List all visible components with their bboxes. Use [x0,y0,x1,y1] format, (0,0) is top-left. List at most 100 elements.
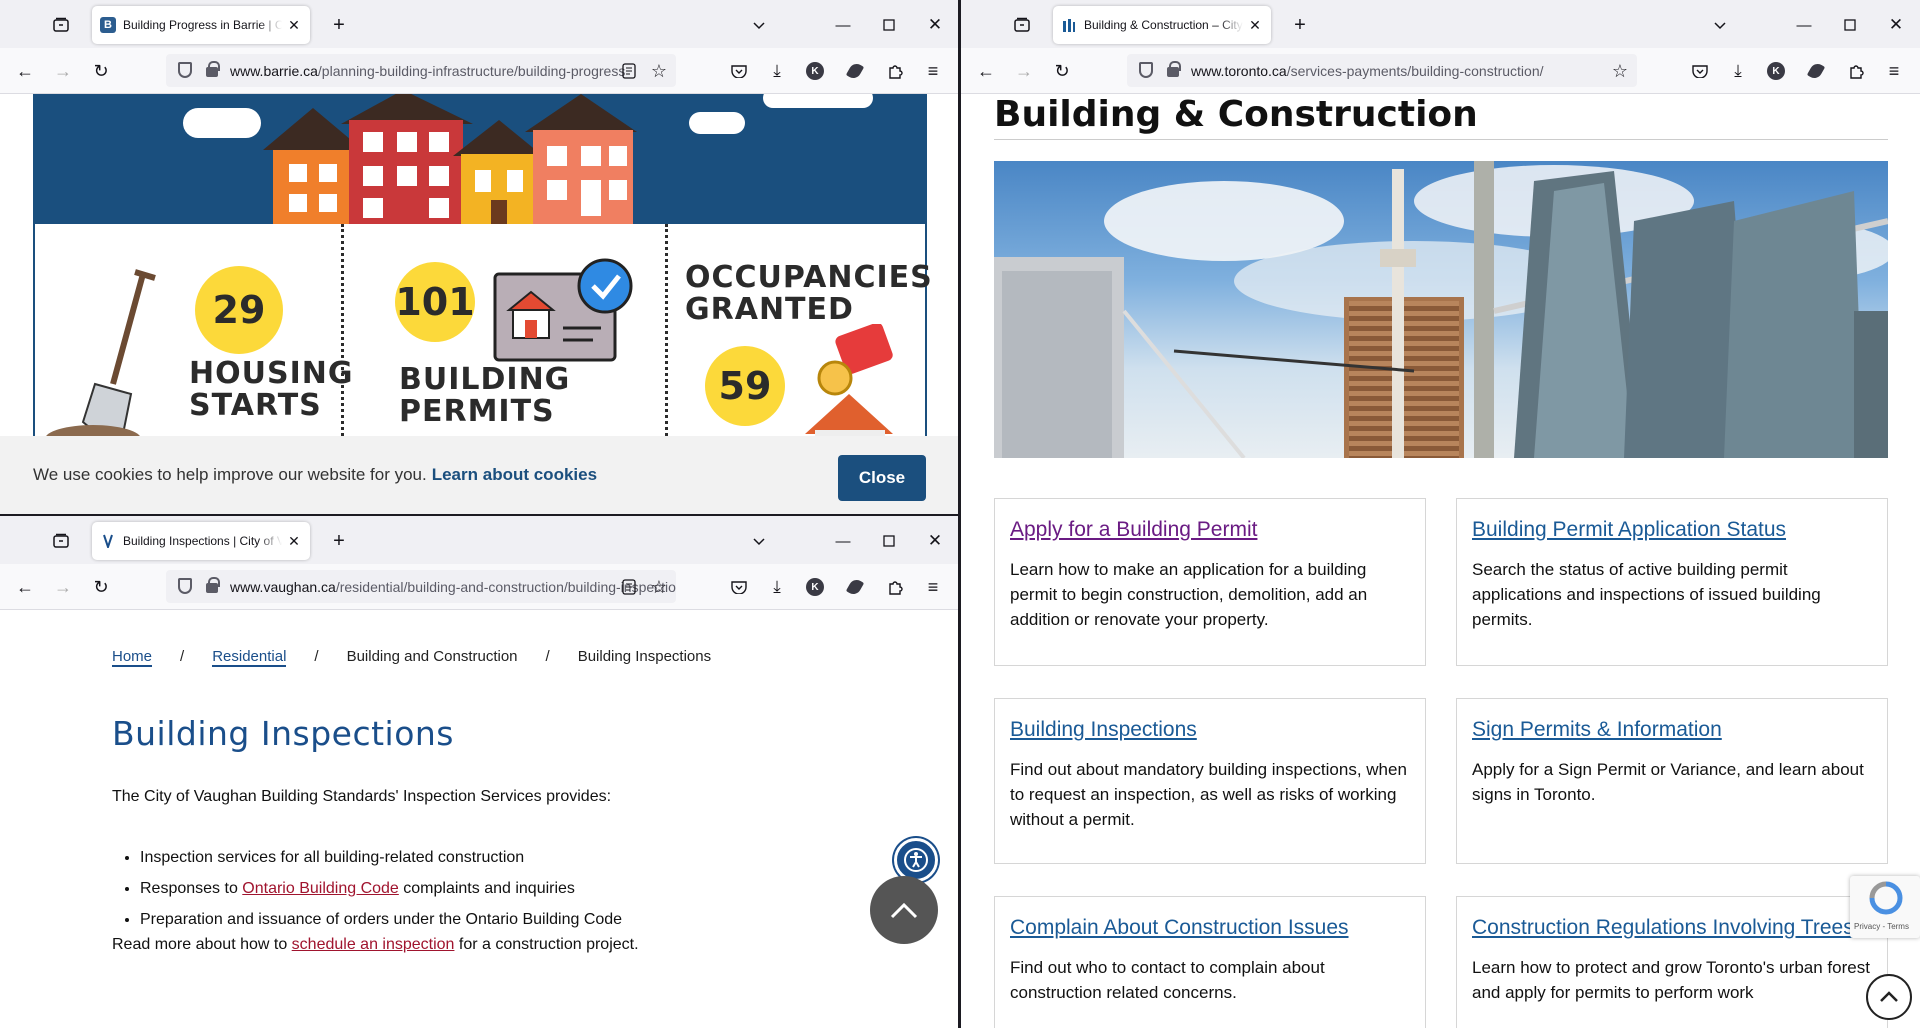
breadcrumb-separator: / [314,648,319,665]
tab-barrie[interactable]: B Building Progress in Barrie | City of … [92,6,310,44]
url-bar[interactable]: www.toronto.ca/services-payments/buildin… [1127,54,1637,87]
schedule-inspection-link[interactable]: schedule an inspection [292,936,455,953]
menu-hamburger-icon[interactable]: ≡ [1883,60,1905,82]
maximize-icon[interactable] [878,530,900,552]
list-tabs-chevron-icon[interactable] [748,530,770,552]
close-tab-icon[interactable]: ✕ [1247,17,1263,34]
url-domain: www.toronto.ca [1191,62,1287,79]
sign-permits-link[interactable]: Sign Permits & Information [1472,717,1872,743]
url-bar[interactable]: www.vaughan.ca/residential/building-and-… [166,570,676,603]
nav-bar: ← → ↻ www.toronto.ca/services-payments/b… [961,48,1920,94]
tab-bar: B Building Progress in Barrie | City of … [0,0,958,48]
close-window-icon[interactable]: ✕ [924,14,946,36]
bookmark-star-icon[interactable]: ☆ [648,60,670,82]
scroll-to-top-button[interactable] [870,876,938,944]
tab-overview-icon[interactable] [50,530,72,552]
building-inspections-link[interactable]: Building Inspections [1010,717,1410,743]
downloads-icon[interactable]: ⤓ [766,576,788,598]
reload-icon[interactable]: ↻ [1051,60,1073,82]
forward-icon[interactable]: → [52,576,74,598]
list-tabs-chevron-icon[interactable] [748,14,770,36]
extensions-puzzle-icon[interactable] [1845,60,1867,82]
close-tab-icon[interactable]: ✕ [286,533,302,550]
menu-hamburger-icon[interactable]: ≡ [922,60,944,82]
learn-about-cookies-link[interactable]: Learn about cookies [432,465,597,485]
breadcrumb-separator: / [545,648,550,665]
bookmark-star-icon[interactable]: ☆ [1609,60,1631,82]
pocket-icon[interactable] [1689,60,1711,82]
back-icon[interactable]: ← [14,576,36,598]
lock-icon [1167,61,1181,77]
reader-view-icon[interactable] [618,60,640,82]
minimize-icon[interactable]: — [832,14,854,36]
close-tab-icon[interactable]: ✕ [286,17,302,34]
nav-bar: ← → ↻ www.barrie.ca/planning-building-in… [0,48,958,94]
reload-icon[interactable]: ↻ [90,576,112,598]
complain-construction-link[interactable]: Complain About Construction Issues [1010,915,1410,941]
tab-vaughan[interactable]: Building Inspections | City of Vaughan ✕ [92,522,310,560]
cloud-image [689,112,745,134]
permit-status-link[interactable]: Building Permit Application Status [1472,517,1872,543]
recaptcha-badge[interactable]: Privacy - Terms [1850,876,1920,938]
close-window-icon[interactable]: ✕ [1885,14,1907,36]
extension-leaf-icon[interactable] [844,60,866,82]
nav-bar: ← → ↻ www.vaughan.ca/residential/buildin… [0,564,958,610]
new-tab-icon[interactable]: + [1289,14,1311,36]
page-title: Building Inspections [112,714,454,753]
tab-toronto[interactable]: Building & Construction – City of Toront… [1053,6,1271,44]
new-tab-icon[interactable]: + [328,530,350,552]
minimize-icon[interactable]: — [1793,14,1815,36]
tab-overview-icon[interactable] [50,14,72,36]
downloads-icon[interactable]: ⤓ [766,60,788,82]
divider [994,139,1888,140]
permit-card-icon [493,258,633,362]
maximize-icon[interactable] [878,14,900,36]
card-description: Apply for a Sign Permit or Variance, and… [1472,760,1864,804]
url-domain: www.vaughan.ca [230,578,336,595]
back-to-top-button[interactable] [1866,974,1912,1020]
apply-building-permit-link[interactable]: Apply for a Building Permit [1010,517,1410,543]
breadcrumb-home-link[interactable]: Home [112,648,153,667]
extension-leaf-icon[interactable] [844,576,866,598]
downloads-icon[interactable]: ⤓ [1727,60,1749,82]
back-icon[interactable]: ← [975,60,997,82]
lock-icon [206,577,220,593]
minimize-icon[interactable]: — [832,530,854,552]
reader-view-icon[interactable] [618,576,640,598]
menu-hamburger-icon[interactable]: ≡ [922,576,944,598]
cookie-banner: We use cookies to help improve our websi… [0,436,958,514]
forward-icon[interactable]: → [1013,60,1035,82]
pocket-icon[interactable] [728,576,750,598]
construction-trees-link[interactable]: Construction Regulations Involving Trees [1472,915,1872,941]
account-icon[interactable]: K [1765,60,1787,82]
extensions-puzzle-icon[interactable] [884,60,906,82]
breadcrumb-separator: / [180,648,185,665]
bookmark-star-icon[interactable]: ☆ [648,576,670,598]
url-domain: www.barrie.ca [230,62,318,79]
extensions-puzzle-icon[interactable] [884,576,906,598]
divider [665,224,668,454]
ontario-building-code-link[interactable]: Ontario Building Code [242,880,399,897]
shovel-icon [45,269,156,453]
url-path: /services-payments/building-construction… [1286,62,1544,79]
maximize-icon[interactable] [1839,14,1861,36]
reload-icon[interactable]: ↻ [90,60,112,82]
recaptcha-terms: Privacy - Terms [1854,922,1909,931]
close-cookie-button[interactable]: Close [838,455,926,501]
stat-label: OCCUPANCIES GRANTED [685,260,933,327]
list-tabs-chevron-icon[interactable] [1709,14,1731,36]
barrie-page-content: 29 HOUSING STARTS 101 BUILDING PERMITS OCC… [0,94,958,514]
new-tab-icon[interactable]: + [328,14,350,36]
forward-icon[interactable]: → [52,60,74,82]
close-window-icon[interactable]: ✕ [924,530,946,552]
account-icon[interactable]: K [804,576,826,598]
account-icon[interactable]: K [804,60,826,82]
back-icon[interactable]: ← [14,60,36,82]
pocket-icon[interactable] [728,60,750,82]
tab-overview-icon[interactable] [1011,14,1033,36]
extension-leaf-icon[interactable] [1805,60,1827,82]
breadcrumb-residential-link[interactable]: Residential [212,648,287,667]
url-bar[interactable]: www.barrie.ca/planning-building-infrastr… [166,54,676,87]
card-sign-permits: Sign Permits & Information Apply for a S… [1456,698,1888,864]
card-description: Find out about mandatory building inspec… [1010,760,1407,829]
